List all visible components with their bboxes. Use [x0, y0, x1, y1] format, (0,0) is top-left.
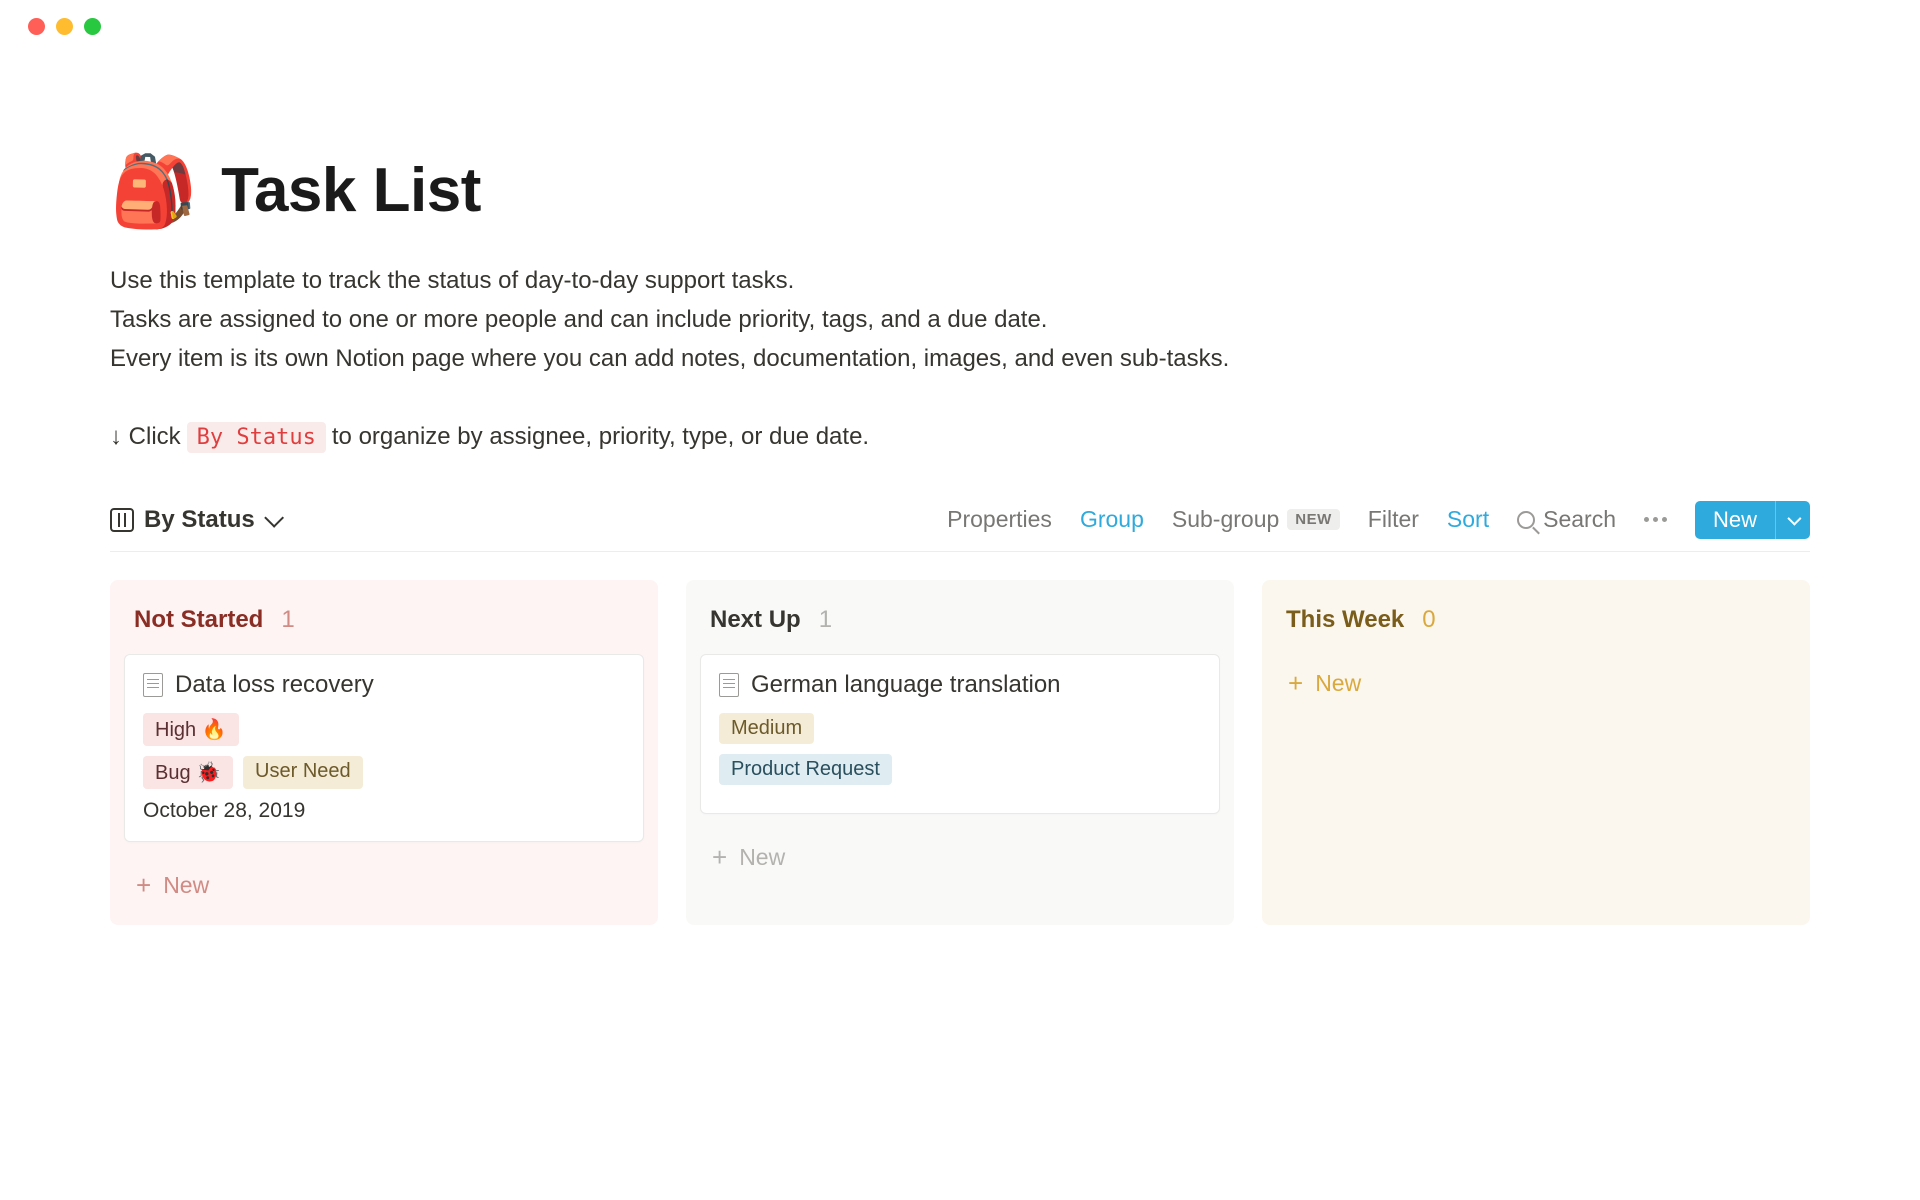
- column-not-started: Not Started 1 Data loss recovery High 🔥 …: [110, 580, 658, 925]
- plus-icon: +: [712, 844, 727, 870]
- app-window: 🎒 Task List Use this template to track t…: [0, 0, 1920, 1200]
- new-button-dropdown[interactable]: [1776, 501, 1810, 539]
- tag-row: Medium: [719, 713, 1201, 744]
- column-title: Next Up: [710, 606, 801, 634]
- page-title[interactable]: Task List: [221, 155, 481, 226]
- column-this-week: This Week 0 + New: [1262, 580, 1810, 925]
- subgroup-button[interactable]: Sub-group NEW: [1172, 506, 1340, 533]
- database-toolbar: By Status Properties Group Sub-group NEW…: [110, 501, 1810, 552]
- add-card-button[interactable]: + New: [1276, 654, 1796, 701]
- column-count: 1: [281, 606, 294, 634]
- plus-icon: +: [136, 872, 151, 898]
- page-icon: [719, 673, 739, 697]
- tag-row: Product Request: [719, 754, 1201, 785]
- card-title: German language translation: [751, 671, 1061, 699]
- window-controls: [0, 0, 1920, 35]
- add-card-button[interactable]: + New: [700, 828, 1220, 875]
- page-icon: [143, 673, 163, 697]
- priority-tag: Medium: [719, 713, 814, 744]
- hint-row: ↓ Click By Status to organize by assigne…: [110, 422, 1810, 453]
- search-button[interactable]: Search: [1517, 506, 1616, 533]
- page-header: 🎒 Task List: [110, 155, 1810, 226]
- column-header[interactable]: Not Started 1: [124, 598, 644, 654]
- type-tag: Bug 🐞: [143, 756, 233, 789]
- group-button[interactable]: Group: [1080, 506, 1144, 533]
- card-date: October 28, 2019: [143, 799, 625, 823]
- column-header[interactable]: This Week 0: [1276, 598, 1796, 654]
- sort-button[interactable]: Sort: [1447, 506, 1489, 533]
- new-button-group: New: [1695, 501, 1810, 539]
- view-switcher[interactable]: By Status: [110, 506, 279, 534]
- add-card-button[interactable]: + New: [124, 856, 644, 903]
- minimize-window-button[interactable]: [56, 18, 73, 35]
- down-arrow-icon: ↓ Click: [110, 423, 181, 451]
- column-title: Not Started: [134, 606, 263, 634]
- more-options-button[interactable]: [1644, 517, 1667, 522]
- priority-tag: High 🔥: [143, 713, 239, 746]
- filter-button[interactable]: Filter: [1368, 506, 1419, 533]
- view-name: By Status: [144, 506, 255, 534]
- type-tag: User Need: [243, 756, 363, 789]
- close-window-button[interactable]: [28, 18, 45, 35]
- add-label: New: [739, 844, 785, 871]
- column-header[interactable]: Next Up 1: [700, 598, 1220, 654]
- description-line: Every item is its own Notion page where …: [110, 340, 1810, 377]
- column-next-up: Next Up 1 German language translation Me…: [686, 580, 1234, 925]
- page-description: Use this template to track the status of…: [110, 262, 1810, 378]
- tag-row: Bug 🐞 User Need: [143, 756, 625, 789]
- chevron-down-icon: [1787, 511, 1801, 525]
- chevron-down-icon: [264, 508, 284, 528]
- column-count: 0: [1422, 606, 1435, 634]
- task-card[interactable]: German language translation Medium Produ…: [700, 654, 1220, 814]
- subgroup-label: Sub-group: [1172, 506, 1279, 533]
- plus-icon: +: [1288, 670, 1303, 696]
- maximize-window-button[interactable]: [84, 18, 101, 35]
- description-line: Tasks are assigned to one or more people…: [110, 301, 1810, 338]
- type-tag: Product Request: [719, 754, 892, 785]
- card-title: Data loss recovery: [175, 671, 374, 699]
- search-icon: [1517, 511, 1535, 529]
- toolbar-actions: Properties Group Sub-group NEW Filter So…: [947, 501, 1810, 539]
- column-count: 1: [819, 606, 832, 634]
- hint-code: By Status: [187, 422, 326, 453]
- description-line: Use this template to track the status of…: [110, 262, 1810, 299]
- page-icon[interactable]: 🎒: [110, 156, 197, 226]
- hint-suffix: to organize by assignee, priority, type,…: [332, 423, 869, 451]
- add-label: New: [1315, 670, 1361, 697]
- column-title: This Week: [1286, 606, 1404, 634]
- search-label: Search: [1543, 506, 1616, 533]
- task-card[interactable]: Data loss recovery High 🔥 Bug 🐞 User Nee…: [124, 654, 644, 842]
- board-view-icon: [110, 508, 134, 532]
- card-title-row: German language translation: [719, 671, 1201, 699]
- add-label: New: [163, 872, 209, 899]
- tag-row: High 🔥: [143, 713, 625, 746]
- kanban-board: Not Started 1 Data loss recovery High 🔥 …: [110, 580, 1810, 925]
- new-badge: NEW: [1287, 509, 1340, 530]
- new-button[interactable]: New: [1695, 501, 1776, 539]
- properties-button[interactable]: Properties: [947, 506, 1052, 533]
- card-title-row: Data loss recovery: [143, 671, 625, 699]
- page-content: 🎒 Task List Use this template to track t…: [0, 35, 1920, 925]
